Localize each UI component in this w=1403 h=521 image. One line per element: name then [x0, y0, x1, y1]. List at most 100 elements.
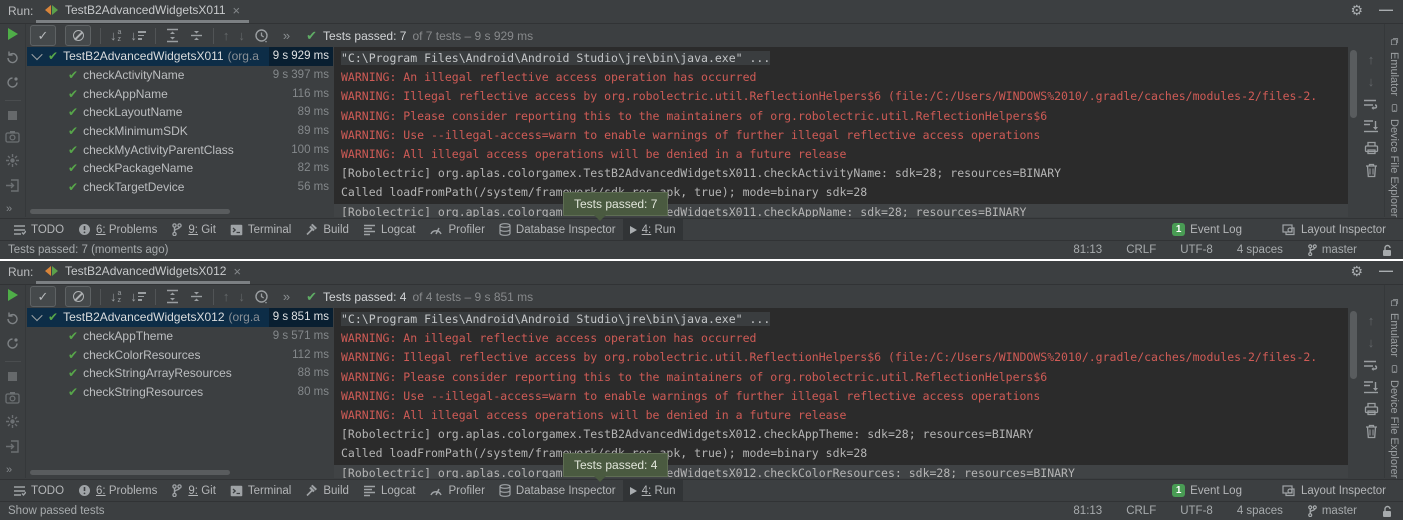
emulator-icon[interactable] [1388, 38, 1401, 45]
test-row[interactable]: ✔ checkLayoutName 89 ms [27, 103, 333, 122]
test-history-icon[interactable] [254, 289, 270, 305]
console-output[interactable]: "C:\Program Files\Android\Android Studio… [334, 47, 1348, 217]
expand-all-icon[interactable] [165, 28, 180, 43]
next-failed-test-icon[interactable]: ↓ [238, 28, 245, 43]
console-vertical-scrollbar[interactable] [1350, 311, 1357, 379]
close-icon[interactable]: × [233, 265, 241, 278]
emulator-icon[interactable] [1388, 299, 1401, 306]
line-ending-indicator[interactable]: CRLF [1126, 244, 1156, 256]
clear-all-icon[interactable] [1365, 163, 1378, 178]
scroll-up-icon[interactable]: ↑ [1368, 53, 1375, 67]
gear-icon[interactable]: ⚙ [1350, 2, 1363, 19]
device-file-explorer-icon[interactable] [1389, 104, 1400, 112]
caret-position[interactable]: 81:13 [1073, 244, 1102, 256]
soft-wrap-icon[interactable] [1363, 97, 1379, 111]
event-log-button[interactable]: 1 Event Log [1165, 223, 1249, 236]
test-row[interactable]: ✔ checkStringResources 80 ms [27, 383, 333, 402]
stop-icon[interactable] [8, 111, 17, 120]
tool-window-button-build[interactable]: Build [298, 480, 356, 501]
scroll-down-icon[interactable]: ↓ [1368, 336, 1375, 350]
rerun-failed-tests-icon[interactable] [5, 311, 20, 326]
test-tree-root-row[interactable]: ✔ TestB2AdvancedWidgetsX011 (org.a 9 s 9… [27, 47, 333, 66]
git-branch-indicator[interactable]: master [1307, 244, 1357, 256]
test-row[interactable]: ✔ checkStringArrayResources 88 ms [27, 364, 333, 383]
expand-all-icon[interactable] [165, 289, 180, 304]
toggle-auto-test-icon[interactable] [5, 75, 20, 90]
indent-indicator[interactable]: 4 spaces [1237, 244, 1283, 256]
scroll-to-end-icon[interactable] [1363, 380, 1379, 394]
test-tree-root-row[interactable]: ✔ TestB2AdvancedWidgetsX012 (org.a 9 s 8… [27, 308, 333, 327]
tool-window-button-logcat[interactable]: Logcat [356, 219, 423, 240]
console-output[interactable]: "C:\Program Files\Android\Android Studio… [334, 308, 1348, 478]
tool-window-button-git[interactable]: 9: Git [164, 480, 223, 501]
print-icon[interactable] [1364, 402, 1379, 416]
chevron-down-icon[interactable] [31, 310, 42, 321]
previous-failed-test-icon[interactable]: ↑ [223, 289, 230, 304]
show-ignored-toggle[interactable] [65, 25, 91, 46]
console-vertical-scrollbar[interactable] [1350, 50, 1357, 118]
test-row[interactable]: ✔ checkMinimumSDK 89 ms [27, 122, 333, 141]
show-passed-toggle[interactable]: ✓ [30, 286, 56, 307]
tool-window-button-device-file-explorer[interactable]: Device File Explorer [1388, 380, 1400, 478]
scroll-to-end-icon[interactable] [1363, 119, 1379, 133]
tool-window-button-terminal[interactable]: Terminal [223, 480, 298, 501]
more-icon[interactable]: » [283, 28, 289, 43]
tool-window-button-problems[interactable]: 6: Problems [71, 219, 164, 240]
caret-position[interactable]: 81:13 [1073, 505, 1102, 517]
tree-horizontal-scrollbar[interactable] [30, 209, 230, 214]
lock-icon[interactable] [1381, 244, 1393, 257]
scroll-up-icon[interactable]: ↑ [1368, 314, 1375, 328]
lock-icon[interactable] [1381, 505, 1393, 518]
sort-alphabetically-button[interactable]: ↓az [110, 28, 121, 43]
tool-window-button-problems[interactable]: 6: Problems [71, 480, 164, 501]
encoding-indicator[interactable]: UTF-8 [1180, 505, 1213, 517]
tool-window-button-logcat[interactable]: Logcat [356, 480, 423, 501]
rerun-icon[interactable] [8, 28, 18, 40]
test-history-icon[interactable] [254, 28, 270, 44]
tool-window-button-device-file-explorer[interactable]: Device File Explorer [1388, 119, 1400, 217]
test-row[interactable]: ✔ checkActivityName 9 s 397 ms [27, 66, 333, 85]
test-row[interactable]: ✔ checkPackageName 82 ms [27, 159, 333, 178]
test-settings-icon[interactable] [5, 414, 20, 429]
test-row[interactable]: ✔ checkAppName 116 ms [27, 84, 333, 103]
import-test-results-icon[interactable] [5, 178, 20, 193]
collapse-all-icon[interactable] [189, 289, 204, 304]
more-options-icon[interactable]: » [6, 203, 12, 215]
more-icon[interactable]: » [283, 289, 289, 304]
sort-alphabetically-button[interactable]: ↓az [110, 289, 121, 304]
gear-icon[interactable]: ⚙ [1350, 263, 1363, 280]
close-icon[interactable]: × [233, 4, 241, 17]
tool-window-button-run[interactable]: 4: Run [623, 480, 683, 501]
tool-window-button-emulator[interactable]: Emulator [1388, 313, 1400, 357]
indent-indicator[interactable]: 4 spaces [1237, 505, 1283, 517]
layout-inspector-button[interactable]: Layout Inspector [1275, 224, 1393, 236]
test-row[interactable]: ✔ checkMyActivityParentClass 100 ms [27, 140, 333, 159]
tree-horizontal-scrollbar[interactable] [30, 470, 230, 475]
encoding-indicator[interactable]: UTF-8 [1180, 244, 1213, 256]
test-row[interactable]: ✔ checkTargetDevice 56 ms [27, 178, 333, 197]
test-row[interactable]: ✔ checkAppTheme 9 s 571 ms [27, 327, 333, 346]
sort-by-duration-button[interactable]: ↓ [130, 289, 146, 304]
run-tab[interactable]: TestB2AdvancedWidgetsX011 × [36, 0, 249, 23]
stop-icon[interactable] [8, 372, 17, 381]
print-icon[interactable] [1364, 141, 1379, 155]
screenshot-icon[interactable] [5, 130, 20, 143]
tool-window-button-build[interactable]: Build [298, 219, 356, 240]
event-log-button[interactable]: 1 Event Log [1165, 484, 1249, 497]
tool-window-button-todo[interactable]: TODO [6, 219, 71, 240]
next-failed-test-icon[interactable]: ↓ [238, 289, 245, 304]
rerun-icon[interactable] [8, 289, 18, 301]
line-ending-indicator[interactable]: CRLF [1126, 505, 1156, 517]
layout-inspector-button[interactable]: Layout Inspector [1275, 485, 1393, 497]
import-test-results-icon[interactable] [5, 439, 20, 454]
chevron-down-icon[interactable] [31, 49, 42, 60]
run-tab[interactable]: TestB2AdvancedWidgetsX012 × [36, 261, 250, 284]
clear-all-icon[interactable] [1365, 424, 1378, 439]
scroll-down-icon[interactable]: ↓ [1368, 75, 1375, 89]
git-branch-indicator[interactable]: master [1307, 505, 1357, 517]
previous-failed-test-icon[interactable]: ↑ [223, 28, 230, 43]
rerun-failed-tests-icon[interactable] [5, 50, 20, 65]
tool-window-button-todo[interactable]: TODO [6, 480, 71, 501]
test-row[interactable]: ✔ checkColorResources 112 ms [27, 345, 333, 364]
tool-window-button-terminal[interactable]: Terminal [223, 219, 298, 240]
